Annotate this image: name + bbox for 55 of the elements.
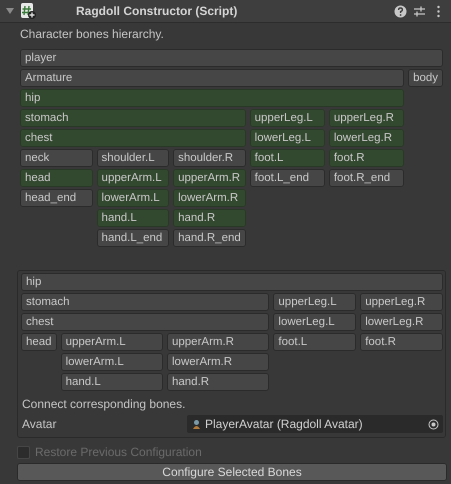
bone-slot[interactable]: hip xyxy=(20,89,404,107)
bone-slot[interactable]: foot.R xyxy=(360,333,443,351)
bone-slot[interactable]: player xyxy=(20,49,443,67)
bone-slot[interactable]: upperLeg.L xyxy=(273,293,356,311)
bone-slot[interactable]: upperArm.R xyxy=(167,333,270,351)
bone-slot[interactable]: lowerLeg.R xyxy=(328,129,404,147)
bone-slot[interactable]: head xyxy=(21,333,57,351)
bone-slot[interactable]: head xyxy=(20,169,93,187)
bone-slot[interactable]: lowerLeg.L xyxy=(250,129,325,147)
bone-slot[interactable]: hand.R_end xyxy=(173,229,246,247)
bone-slot[interactable]: foot.L xyxy=(250,149,325,167)
bone-slot[interactable]: hand.L xyxy=(60,373,163,391)
bone-slot[interactable]: chest xyxy=(21,313,270,331)
foldout-triangle-icon[interactable] xyxy=(6,7,14,15)
bone-slot[interactable]: stomach xyxy=(20,109,246,127)
sliders-icon[interactable] xyxy=(413,4,426,18)
bone-slot[interactable]: lowerArm.R xyxy=(173,189,246,207)
bone-slot[interactable]: shoulder.R xyxy=(173,149,246,167)
component-title: Ragdoll Constructor (Script) xyxy=(76,4,238,18)
configure-button[interactable]: Configure Selected Bones xyxy=(17,463,447,481)
bone-slot[interactable]: upperLeg.L xyxy=(250,109,325,127)
bone-slot[interactable]: hand.L_end xyxy=(96,229,170,247)
bone-slot[interactable]: foot.L_end xyxy=(250,169,325,187)
help-icon[interactable] xyxy=(394,4,407,18)
bone-slot[interactable]: lowerLeg.R xyxy=(360,313,443,331)
bone-slot[interactable]: stomach xyxy=(21,293,270,311)
bone-slot[interactable]: neck xyxy=(20,149,93,167)
bone-slot[interactable]: lowerArm.R xyxy=(167,353,270,371)
bone-slot[interactable]: shoulder.L xyxy=(96,149,170,167)
bone-slot[interactable]: foot.R xyxy=(328,149,404,167)
bone-slot[interactable]: foot.L xyxy=(273,333,356,351)
avatar-icon xyxy=(191,418,202,430)
section-label: Connect corresponding bones. xyxy=(21,397,186,411)
bone-slot[interactable]: lowerArm.L xyxy=(60,353,163,371)
avatar-field[interactable]: PlayerAvatar (Ragdoll Avatar) xyxy=(187,415,443,433)
bone-slot[interactable]: lowerLeg.L xyxy=(273,313,356,331)
bone-slot[interactable]: head_end xyxy=(20,189,93,207)
field-label: Avatar xyxy=(21,417,58,431)
bone-slot[interactable]: hand.L xyxy=(96,209,170,227)
bone-slot[interactable]: foot.R_end xyxy=(328,169,404,187)
bone-slot[interactable]: body xyxy=(408,69,443,87)
bone-slot[interactable]: upperLeg.R xyxy=(360,293,443,311)
bone-slot[interactable]: upperLeg.R xyxy=(328,109,404,127)
bone-slot[interactable]: chest xyxy=(20,129,246,147)
section-label: Character bones hierarchy. xyxy=(19,26,165,43)
bone-slot[interactable]: upperArm.L xyxy=(60,333,163,351)
script-icon xyxy=(20,3,36,19)
object-picker-icon[interactable] xyxy=(428,418,439,430)
bone-slot[interactable]: upperArm.R xyxy=(173,169,246,187)
bone-slot[interactable]: hip xyxy=(21,273,443,291)
bone-slot[interactable]: Armature xyxy=(20,69,404,87)
bone-slot[interactable]: hand.R xyxy=(173,209,246,227)
bone-slot[interactable]: upperArm.L xyxy=(96,169,170,187)
bone-slot[interactable]: lowerArm.L xyxy=(96,189,170,207)
bone-slot[interactable]: hand.R xyxy=(167,373,270,391)
